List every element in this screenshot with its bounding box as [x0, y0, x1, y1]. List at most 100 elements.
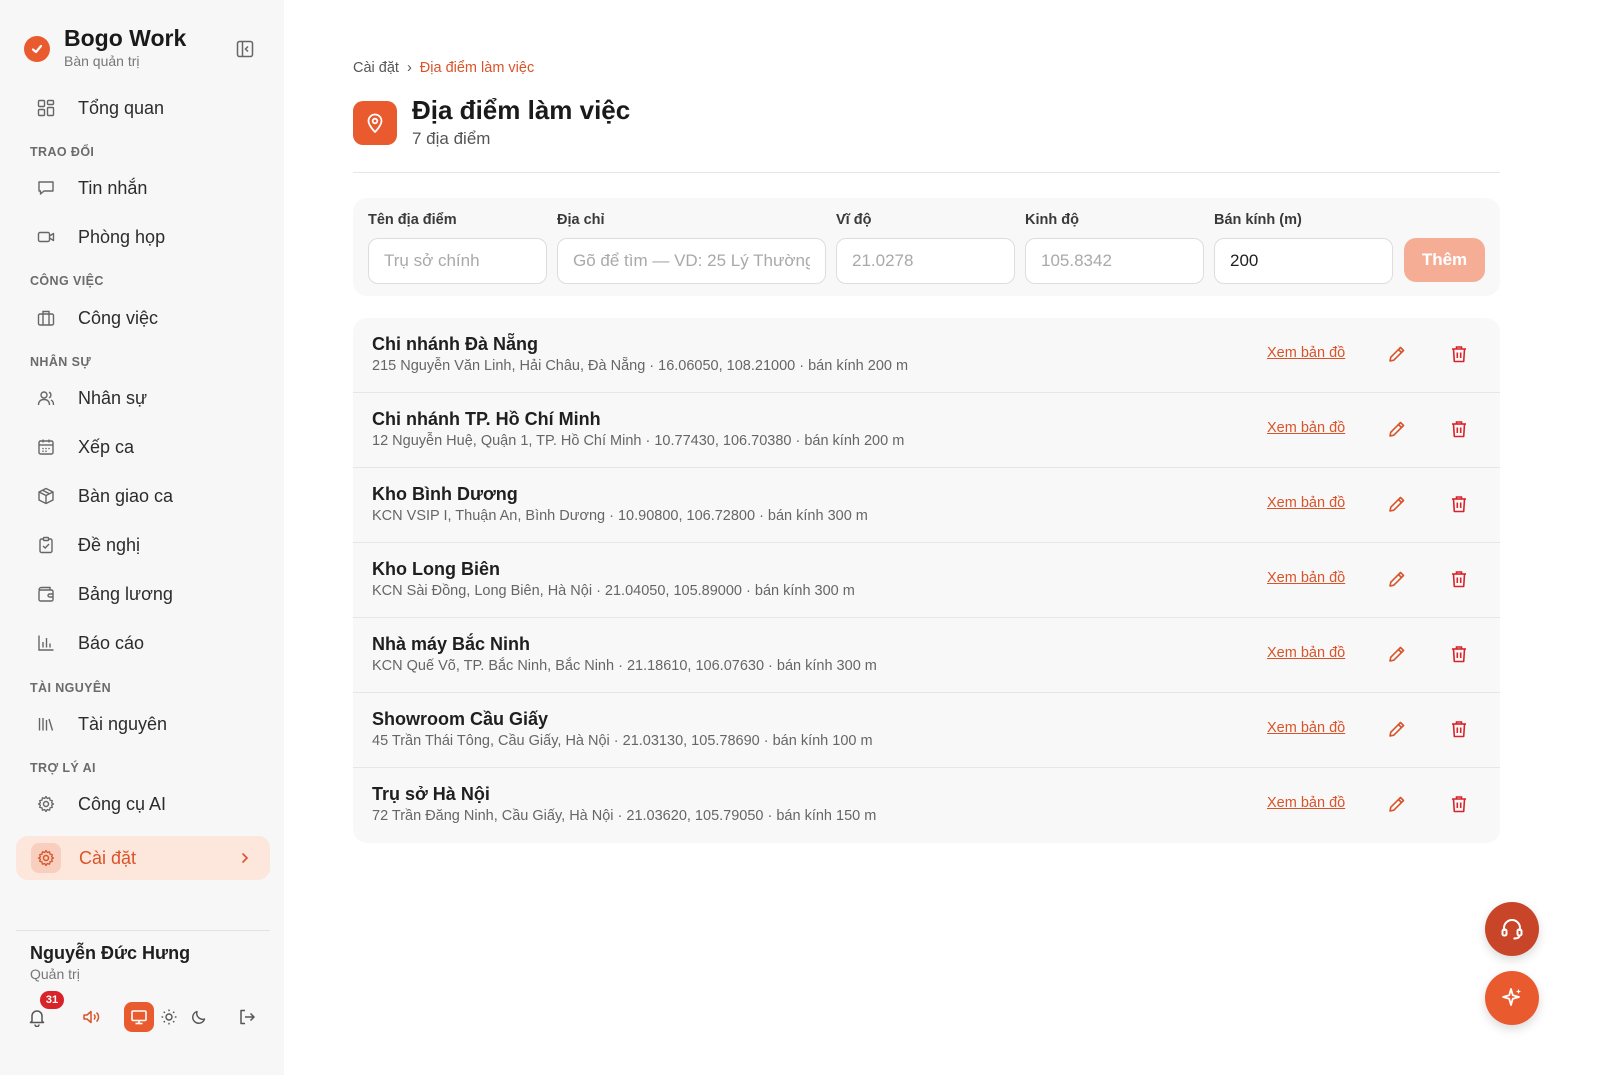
user-name: Nguyễn Đức Hưng: [30, 943, 191, 963]
sidebar-item-reports[interactable]: Báo cáo: [16, 621, 270, 665]
sidebar-item-label: Đề nghị: [78, 534, 141, 555]
edit-location-button[interactable]: [1386, 568, 1408, 590]
delete-location-button[interactable]: [1448, 568, 1470, 590]
trash-icon: [1450, 344, 1468, 364]
view-map-link[interactable]: Xem bản đồ: [1267, 570, 1345, 586]
address-field: Địa chỉ: [557, 212, 826, 284]
sidebar-item-label: Tin nhắn: [78, 177, 148, 198]
sidebar-item-label: Nhân sự: [78, 387, 148, 408]
sidebar-item-label: Xếp ca: [78, 436, 135, 457]
edit-location-button[interactable]: [1386, 418, 1408, 440]
location-name: Kho Bình Dương: [372, 484, 518, 504]
sidebar-item-tasks[interactable]: Công việc: [16, 296, 270, 340]
support-button[interactable]: [1485, 902, 1539, 956]
delete-location-button[interactable]: [1448, 418, 1470, 440]
location-row: Chi nhánh Đà Nẵng 215 Nguyễn Văn Linh, Hả…: [353, 318, 1500, 393]
clipboard-check-icon: [36, 535, 56, 555]
bell-icon: [29, 1010, 45, 1027]
edit-location-button[interactable]: [1386, 493, 1408, 515]
radius-field: Bán kính (m): [1214, 212, 1393, 284]
delete-location-button[interactable]: [1448, 493, 1470, 515]
monitor-icon: [131, 1010, 147, 1025]
longitude-input[interactable]: [1025, 238, 1204, 284]
brand: Bogo Work Bàn quản trị: [24, 24, 186, 70]
name-label: Tên địa điểm: [368, 212, 457, 228]
latitude-field: Vĩ độ: [836, 212, 1015, 284]
library-icon: [36, 714, 56, 734]
view-map-link[interactable]: Xem bản đồ: [1267, 345, 1345, 361]
edit-location-button[interactable]: [1386, 343, 1408, 365]
video-icon: [36, 227, 56, 247]
location-name: Kho Long Biên: [372, 559, 500, 579]
user-role: Quản trị: [30, 966, 80, 982]
view-map-link[interactable]: Xem bản đồ: [1267, 420, 1345, 436]
address-input[interactable]: [557, 238, 826, 284]
longitude-field: Kinh độ: [1025, 212, 1204, 284]
location-name: Chi nhánh Đà Nẵng: [372, 334, 538, 354]
sidebar-item-shift-handover[interactable]: Bàn giao ca: [16, 474, 270, 518]
sidebar-item-overview[interactable]: Tổng quan: [16, 86, 270, 130]
sidebar-item-messages[interactable]: Tin nhắn: [16, 166, 270, 210]
delete-location-button[interactable]: [1448, 793, 1470, 815]
view-map-link[interactable]: Xem bản đồ: [1267, 720, 1345, 736]
sidebar-collapse-button[interactable]: [234, 38, 256, 60]
ai-assistant-button[interactable]: [1485, 971, 1539, 1025]
location-list: Chi nhánh Đà Nẵng 215 Nguyễn Văn Linh, Hả…: [353, 318, 1500, 843]
sidebar-item-label: Bàn giao ca: [78, 485, 174, 506]
sidebar-item-requests[interactable]: Đề nghị: [16, 523, 270, 567]
pencil-icon: [1387, 494, 1407, 514]
headset-icon: [1501, 919, 1523, 940]
edit-location-button[interactable]: [1386, 643, 1408, 665]
location-name: Showroom Cầu Giấy: [372, 709, 549, 729]
edit-location-button[interactable]: [1386, 793, 1408, 815]
trash-icon: [1450, 569, 1468, 589]
breadcrumb-separator: ›: [406, 60, 412, 76]
sidebar-item-settings[interactable]: Cài đặt: [16, 836, 270, 880]
location-row: Kho Bình Dương KCN VSIP I, Thuận An, Bình…: [353, 468, 1500, 543]
name-input[interactable]: [368, 238, 547, 284]
view-map-link[interactable]: Xem bản đồ: [1267, 795, 1345, 811]
sidebar-item-staff[interactable]: Nhân sự: [16, 376, 270, 420]
delete-location-button[interactable]: [1448, 718, 1470, 740]
sidebar-item-shifts[interactable]: Xếp ca: [16, 425, 270, 469]
bar-chart-icon: [36, 633, 56, 653]
sidebar-item-resources[interactable]: Tài nguyên: [16, 702, 270, 746]
location-name: Trụ sở Hà Nội: [372, 784, 490, 804]
trash-icon: [1450, 419, 1468, 439]
location-row: Chi nhánh TP. Hồ Chí Minh 12 Nguyễn Huệ, …: [353, 393, 1500, 468]
name-field: Tên địa điểm: [368, 212, 547, 284]
section-work: CÔNG VIỆC: [30, 274, 104, 288]
location-detail: KCN Quế Võ, TP. Bắc Ninh, Bắc Ninh · 21.…: [372, 658, 877, 674]
sidebar-item-ai-tools[interactable]: Công cụ AI: [16, 782, 270, 826]
location-name: Nhà máy Bắc Ninh: [372, 634, 531, 654]
sidebar: Bogo Work Bàn quản trị Tổng quan TRAO ĐỔ…: [0, 0, 284, 1075]
view-map-link[interactable]: Xem bản đồ: [1267, 645, 1345, 661]
logout-button[interactable]: [232, 1002, 262, 1032]
users-icon: [36, 388, 56, 408]
view-map-link[interactable]: Xem bản đồ: [1267, 495, 1345, 511]
package-icon: [36, 486, 56, 506]
theme-dark-button[interactable]: [184, 1002, 214, 1032]
radius-input[interactable]: [1214, 238, 1393, 284]
message-icon: [36, 178, 56, 198]
location-count: 7 địa điểm: [412, 129, 491, 148]
theme-light-button[interactable]: [154, 1002, 184, 1032]
location-detail: KCN VSIP I, Thuận An, Bình Dương · 10.90…: [372, 508, 868, 524]
pencil-icon: [1387, 719, 1407, 739]
sound-toggle-button[interactable]: [76, 1002, 106, 1032]
edit-location-button[interactable]: [1386, 718, 1408, 740]
pencil-icon: [1387, 569, 1407, 589]
add-location-button[interactable]: Thêm: [1404, 238, 1485, 282]
delete-location-button[interactable]: [1448, 343, 1470, 365]
sidebar-item-payroll[interactable]: Bảng lương: [16, 572, 270, 616]
dashboard-icon: [36, 98, 56, 118]
sidebar-item-meeting-rooms[interactable]: Phòng họp: [16, 215, 270, 259]
sidebar-item-label: Công cụ AI: [78, 793, 167, 814]
breadcrumb-settings-link[interactable]: Cài đặt: [353, 60, 399, 76]
moon-icon: [192, 1010, 206, 1024]
delete-location-button[interactable]: [1448, 643, 1470, 665]
breadcrumb-current: Địa điểm làm việc: [419, 60, 535, 76]
header-divider: [353, 172, 1500, 173]
latitude-input[interactable]: [836, 238, 1015, 284]
theme-system-button[interactable]: [124, 1002, 154, 1032]
